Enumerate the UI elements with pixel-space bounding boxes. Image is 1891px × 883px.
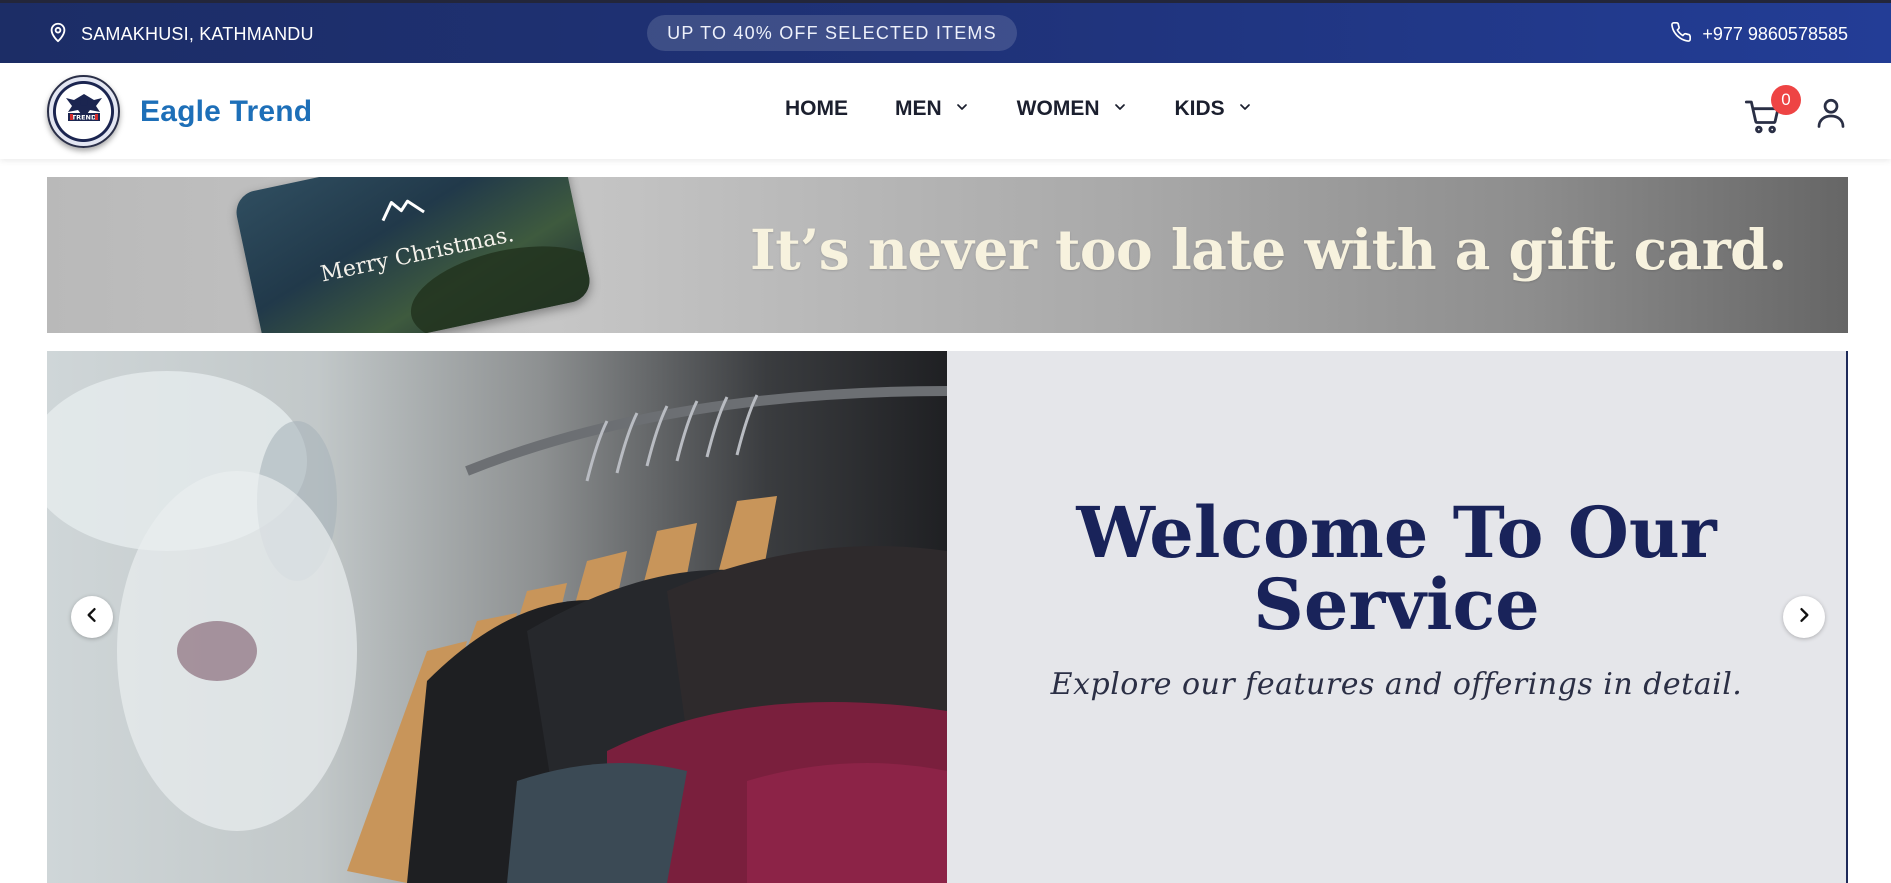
hero-subtitle: Explore our features and offerings in de… <box>1050 666 1743 702</box>
mountain-logo-icon <box>376 190 427 228</box>
promo-text: UP TO 40% OFF SELECTED ITEMS <box>667 22 997 43</box>
user-icon <box>1813 98 1849 137</box>
nav-women-label: WOMEN <box>1016 97 1100 120</box>
main-navbar: TREND Eagle Trend HOME MEN WOMEN KIDS 0 <box>0 63 1891 159</box>
brand-name: Eagle Trend <box>140 94 313 128</box>
chevron-left-icon <box>82 605 102 630</box>
map-pin-icon <box>47 21 69 48</box>
nav-home-label: HOME <box>785 97 848 120</box>
phone-number: +977 9860578585 <box>1702 24 1848 44</box>
cart-button[interactable]: 0 <box>1743 84 1801 135</box>
gift-card-image: Merry Christmas. <box>232 177 594 333</box>
logo-link[interactable]: TREND Eagle Trend <box>47 75 312 148</box>
account-button[interactable] <box>1813 85 1849 138</box>
cart-count-badge: 0 <box>1771 84 1801 115</box>
phone-icon <box>1670 21 1692 48</box>
header-actions: 0 <box>1743 84 1849 138</box>
logo-wordmark: TREND <box>71 113 96 121</box>
nav-women[interactable]: WOMEN <box>1017 97 1128 121</box>
announcement-bar: SAMAKHUSI, KATHMANDU UP TO 40% OFF SELEC… <box>0 0 1891 63</box>
chevron-down-icon <box>1108 97 1128 121</box>
nav-men[interactable]: MEN <box>895 97 970 121</box>
slider-next-button[interactable] <box>1783 596 1825 638</box>
hero-slider: Welcome To Our Service Explore our featu… <box>47 351 1848 883</box>
main-menu: HOME MEN WOMEN KIDS <box>785 97 1253 121</box>
phone-info[interactable]: +977 9860578585 <box>1670 21 1848 48</box>
slider-prev-button[interactable] <box>71 596 113 638</box>
gift-banner-headline: It’s never too late with a gift card. <box>750 217 1787 282</box>
hero-title: Welcome To Our Service <box>1076 490 1717 646</box>
nav-home[interactable]: HOME <box>785 97 848 121</box>
hero-title-line2: Service <box>1253 562 1540 646</box>
chevron-right-icon <box>1794 605 1814 630</box>
hero-title-line1: Welcome To Our <box>1076 490 1717 574</box>
location-text: SAMAKHUSI, KATHMANDU <box>81 24 314 44</box>
nav-men-label: MEN <box>895 97 942 120</box>
promo-pill[interactable]: UP TO 40% OFF SELECTED ITEMS <box>647 15 1017 51</box>
nav-kids[interactable]: KIDS <box>1175 97 1253 121</box>
gift-card-banner[interactable]: Merry Christmas. It’s never too late wit… <box>47 177 1848 333</box>
hero-text-panel: Welcome To Our Service Explore our featu… <box>947 351 1848 883</box>
nav-kids-label: KIDS <box>1174 97 1225 120</box>
clothing-rack-image <box>47 351 947 883</box>
chevron-down-icon <box>1233 97 1253 121</box>
brand-logo: TREND <box>47 75 120 148</box>
location-info: SAMAKHUSI, KATHMANDU <box>47 21 314 48</box>
chevron-down-icon <box>950 97 970 121</box>
